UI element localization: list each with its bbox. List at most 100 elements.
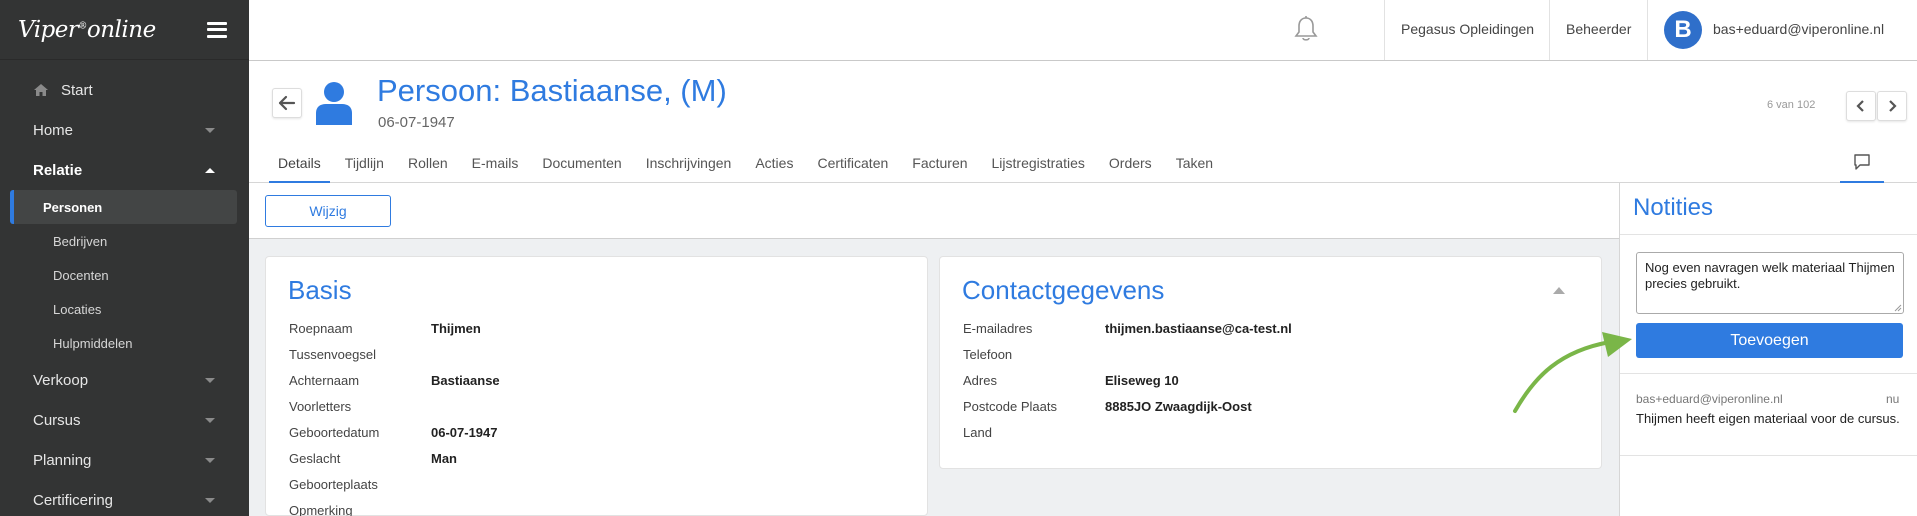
chevron-down-icon xyxy=(205,417,215,423)
note-author: bas+eduard@viperonline.nl xyxy=(1636,392,1783,406)
divider xyxy=(1384,0,1385,60)
chevron-down-icon xyxy=(205,497,215,503)
page-title: Persoon: Bastiaanse, (M) xyxy=(377,73,727,108)
tab-certificaten[interactable]: Certificaten xyxy=(808,153,897,183)
chevron-down-icon xyxy=(205,127,215,133)
field-value: Bastiaanse xyxy=(431,372,500,388)
previous-record-button[interactable] xyxy=(1846,91,1876,121)
collapse-icon[interactable] xyxy=(1553,287,1565,294)
chevron-down-icon xyxy=(205,377,215,383)
field-label: Achternaam xyxy=(289,372,360,388)
menu-toggle-icon[interactable] xyxy=(207,21,227,38)
divider xyxy=(1620,234,1917,235)
sidebar-item-home[interactable]: Home xyxy=(0,110,249,150)
sidebar-item-certificering[interactable]: Certificering xyxy=(0,480,249,516)
field-tussenvoegsel: Tussenvoegsel xyxy=(289,341,431,367)
user-email[interactable]: bas+eduard@viperonline.nl xyxy=(1713,21,1884,37)
resize-grip-icon[interactable] xyxy=(1894,304,1902,312)
top-bar: Pegasus Opleidingen Beheerder B bas+edua… xyxy=(249,0,1917,61)
sidebar-subitem-docenten[interactable]: Docenten xyxy=(10,258,237,292)
tab-facturen[interactable]: Facturen xyxy=(903,153,976,183)
sidebar-item-label: Certificering xyxy=(33,491,114,509)
field-label: Telefoon xyxy=(963,346,1013,362)
field-label: Postcode Plaats xyxy=(963,398,1057,414)
back-button[interactable] xyxy=(272,88,302,118)
next-record-button[interactable] xyxy=(1877,91,1907,121)
avatar[interactable]: B xyxy=(1664,11,1702,49)
field-value: thijmen.bastiaanse@ca-test.nl xyxy=(1105,320,1292,336)
sidebar-item-start[interactable]: Start xyxy=(0,70,249,110)
tab-tijdlijn[interactable]: Tijdlijn xyxy=(336,153,393,183)
sidebar-subitem-personen[interactable]: Personen xyxy=(10,190,237,224)
sidebar-header: Viper®online xyxy=(0,0,249,60)
arrow-left-icon xyxy=(278,95,296,111)
divider xyxy=(1620,455,1917,456)
tab-lijstregistraties[interactable]: Lijstregistraties xyxy=(983,153,1094,183)
chevron-up-icon xyxy=(205,167,215,173)
add-note-button[interactable]: Toevoegen xyxy=(1636,323,1903,358)
sidebar-item-verkoop[interactable]: Verkoop xyxy=(0,360,249,400)
comment-icon xyxy=(1854,154,1870,170)
field-label: Geslacht xyxy=(289,450,341,466)
edit-button[interactable]: Wijzig xyxy=(265,195,391,227)
action-bar: Wijzig xyxy=(249,183,1619,239)
divider xyxy=(1647,0,1648,60)
tab-documenten[interactable]: Documenten xyxy=(533,153,630,183)
tab-rollen[interactable]: Rollen xyxy=(399,153,457,183)
chevron-left-icon xyxy=(1856,100,1864,112)
field-adres: Adres Eliseweg 10 xyxy=(963,367,1179,393)
field-label: E-mailadres xyxy=(963,320,1033,336)
tab-details[interactable]: Details xyxy=(269,153,330,183)
note-text: Thijmen heeft eigen materiaal voor de cu… xyxy=(1636,411,1900,426)
note-input[interactable]: Nog even navragen welk materiaal Thijmen… xyxy=(1636,252,1904,314)
field-label: Geboorteplaats xyxy=(289,476,378,492)
home-icon xyxy=(34,84,48,96)
field-geboortedatum: Geboortedatum 06-07-1947 xyxy=(289,419,498,445)
tab-e-mails[interactable]: E-mails xyxy=(463,153,528,183)
logo-suffix: online xyxy=(86,16,156,43)
tab-orders[interactable]: Orders xyxy=(1100,153,1161,183)
field-label: Tussenvoegsel xyxy=(289,346,376,362)
sidebar-item-relatie[interactable]: Relatie xyxy=(0,150,249,190)
field-label: Adres xyxy=(963,372,997,388)
sidebar-subitem-label: Locaties xyxy=(53,301,102,317)
field-land: Land xyxy=(963,419,1105,445)
field-value: 06-07-1947 xyxy=(431,424,498,440)
field-value: Man xyxy=(431,450,457,466)
field-achternaam: Achternaam Bastiaanse xyxy=(289,367,500,393)
field-postcode-plaats: Postcode Plaats 8885JO Zwaagdijk-Oost xyxy=(963,393,1252,419)
tab-notes[interactable] xyxy=(1840,153,1884,183)
field-roepnaam: Roepnaam Thijmen xyxy=(289,315,481,341)
sidebar-subitem-locaties[interactable]: Locaties xyxy=(10,292,237,326)
role-link[interactable]: Beheerder xyxy=(1566,21,1631,37)
pager-text: 6 van 102 xyxy=(1767,99,1816,111)
field-label: Roepnaam xyxy=(289,320,353,336)
tab-inschrijvingen[interactable]: Inschrijvingen xyxy=(637,153,741,183)
organization-link[interactable]: Pegasus Opleidingen xyxy=(1401,21,1534,37)
chevron-down-icon xyxy=(205,457,215,463)
sidebar-item-planning[interactable]: Planning xyxy=(0,440,249,480)
field-geboorteplaats: Geboorteplaats xyxy=(289,471,431,497)
sidebar: Viper®online Start Home Relatie Personen… xyxy=(0,0,249,516)
basis-title: Basis xyxy=(288,275,352,305)
sidebar-subitem-bedrijven[interactable]: Bedrijven xyxy=(10,224,237,258)
sidebar-item-cursus[interactable]: Cursus xyxy=(0,400,249,440)
bell-icon[interactable] xyxy=(1293,15,1319,43)
sidebar-item-label: Verkoop xyxy=(33,371,89,389)
divider xyxy=(1549,0,1550,60)
app-logo[interactable]: Viper®online xyxy=(18,17,156,43)
field-value: Eliseweg 10 xyxy=(1105,372,1179,388)
logo-text: Viper xyxy=(18,16,79,43)
logo-mark: ® xyxy=(78,20,87,31)
field-label: Geboortedatum xyxy=(289,424,380,440)
sidebar-subitem-hulpmiddelen[interactable]: Hulpmiddelen xyxy=(10,326,237,360)
sidebar-item-label: Cursus xyxy=(33,411,81,429)
field-opmerking: Opmerking xyxy=(289,497,431,516)
main-content: Wijzig Basis Roepnaam Thijmen Tussenvoegs… xyxy=(249,183,1619,516)
sidebar-subitem-label: Docenten xyxy=(53,267,109,283)
note-time: nu xyxy=(1886,392,1900,406)
basis-card: Basis Roepnaam Thijmen Tussenvoegsel Acht… xyxy=(265,256,928,516)
tab-taken[interactable]: Taken xyxy=(1167,153,1222,183)
tab-acties[interactable]: Acties xyxy=(746,153,802,183)
divider xyxy=(1620,373,1917,374)
